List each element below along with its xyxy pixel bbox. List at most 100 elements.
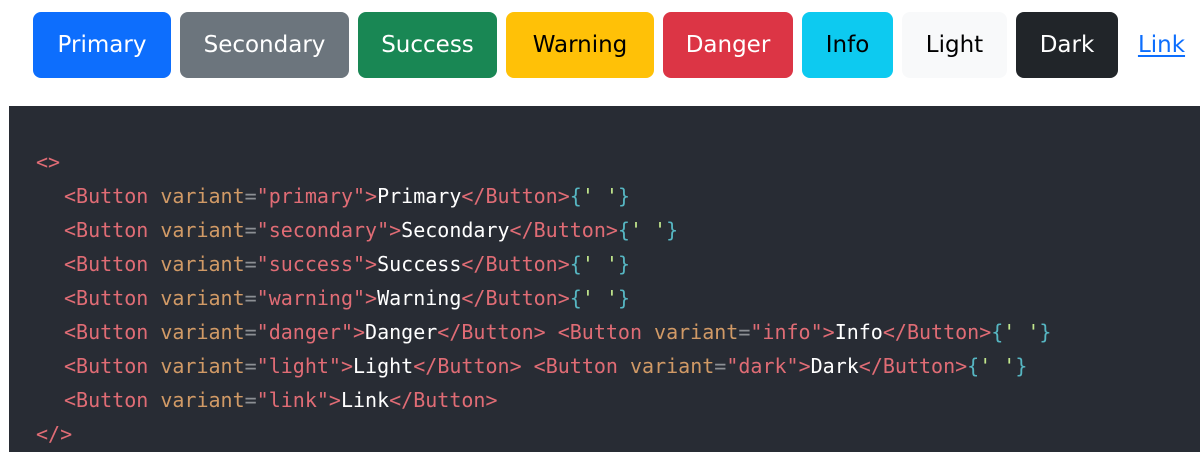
code-token-brace: } bbox=[1015, 354, 1028, 378]
code-token-tag: <Button bbox=[64, 354, 161, 378]
code-token-tag: <Button bbox=[64, 184, 161, 208]
primary-button[interactable]: Primary bbox=[33, 12, 171, 78]
code-token-attr: variant bbox=[629, 354, 715, 378]
code-token-tag: </Button> bbox=[437, 320, 546, 344]
code-lines: <Button variant="primary">Primary</Butto… bbox=[36, 179, 1200, 417]
code-token-brace: } bbox=[617, 184, 630, 208]
code-token-brace: } bbox=[617, 286, 630, 310]
code-token-text: Success bbox=[377, 252, 462, 276]
code-token-tag: </Button> bbox=[882, 320, 992, 344]
code-token-str: "warning" bbox=[256, 286, 366, 310]
code-token-brace: { bbox=[617, 218, 630, 242]
info-button[interactable]: Info bbox=[802, 12, 893, 78]
code-token-space: ' ' bbox=[581, 252, 618, 276]
code-token-attr: variant bbox=[654, 320, 739, 344]
fragment-close-line: </> bbox=[36, 422, 73, 446]
code-line: <Button variant="danger">Danger</Button>… bbox=[36, 315, 1200, 349]
code-token-str: "primary" bbox=[256, 184, 366, 208]
code-token-attr: variant bbox=[160, 252, 245, 276]
code-line: <Button variant="primary">Primary</Butto… bbox=[36, 179, 1200, 213]
code-token-str: "info" bbox=[750, 320, 823, 344]
code-token-tag: <Button bbox=[64, 320, 161, 344]
code-token-tag: > bbox=[798, 354, 811, 378]
code-token-eq: = bbox=[714, 354, 727, 378]
code-token-space: ' ' bbox=[1003, 320, 1040, 344]
code-example-panel: <> <Button variant="primary">Primary</Bu… bbox=[9, 106, 1200, 452]
light-button[interactable]: Light bbox=[902, 12, 1007, 78]
code-token-attr: variant bbox=[160, 354, 245, 378]
code-token-tag: <Button bbox=[64, 286, 161, 310]
code-line: <Button variant="light">Light</Button> <… bbox=[36, 349, 1200, 383]
code-token-tag: > bbox=[340, 354, 354, 378]
code-token-tag: <Button bbox=[64, 252, 161, 276]
code-token-tag: </Button> bbox=[389, 388, 498, 412]
code-token-brace: { bbox=[569, 252, 582, 276]
code-line: <Button variant="link">Link</Button> bbox=[36, 383, 1200, 417]
code-token-str: "success" bbox=[256, 252, 366, 276]
code-token-eq: = bbox=[244, 218, 257, 242]
code-token-tag: </Button> bbox=[509, 218, 618, 242]
link-button[interactable]: Link bbox=[1127, 12, 1196, 78]
code-token-space: ' ' bbox=[581, 286, 618, 310]
code-token-text: Warning bbox=[377, 286, 462, 310]
fragment-open-line: <> bbox=[36, 150, 61, 174]
code-token-str: "link" bbox=[256, 388, 329, 412]
code-token-brace: { bbox=[569, 184, 582, 208]
code-token-attr: variant bbox=[160, 184, 245, 208]
code-token-tag: </Button> bbox=[461, 252, 570, 276]
code-token-text: Primary bbox=[377, 184, 462, 208]
code-line: <Button variant="success">Success</Butto… bbox=[36, 247, 1200, 281]
code-token-tag: </Button> bbox=[461, 184, 570, 208]
code-token-space: ' ' bbox=[979, 354, 1016, 378]
code-token-eq: = bbox=[738, 320, 751, 344]
code-token-attr: variant bbox=[160, 286, 245, 310]
code-token-tag: </Button> bbox=[858, 354, 968, 378]
code-token-brace: { bbox=[967, 354, 980, 378]
code-token-eq: = bbox=[244, 354, 257, 378]
code-token-space: ' ' bbox=[629, 218, 667, 242]
code-token-eq: = bbox=[244, 388, 257, 412]
code-token-tag: > bbox=[365, 184, 378, 208]
code-token-text: Dark bbox=[810, 354, 859, 378]
code-token-brace: { bbox=[569, 286, 582, 310]
code-token-eq: = bbox=[244, 184, 257, 208]
code-token-tag: </Button> bbox=[461, 286, 570, 310]
code-token-tag: > bbox=[822, 320, 835, 344]
danger-button[interactable]: Danger bbox=[663, 12, 793, 78]
code-token-tag: > bbox=[365, 286, 378, 310]
code-token-str: "secondary" bbox=[256, 218, 390, 242]
code-line: <Button variant="secondary">Secondary</B… bbox=[36, 213, 1200, 247]
code-token-brace: { bbox=[991, 320, 1004, 344]
code-token-tag: <Button bbox=[533, 354, 630, 378]
code-token-space: ' ' bbox=[581, 184, 618, 208]
code-token-attr: variant bbox=[160, 388, 245, 412]
code-token-tag: <Button bbox=[64, 388, 161, 412]
secondary-button[interactable]: Secondary bbox=[180, 12, 349, 78]
code-token-tag: > bbox=[365, 252, 378, 276]
code-token-text: Secondary bbox=[401, 218, 510, 242]
dark-button[interactable]: Dark bbox=[1016, 12, 1118, 78]
code-token-eq: = bbox=[244, 286, 257, 310]
code-token-str: "danger" bbox=[256, 320, 353, 344]
code-token-brace: } bbox=[617, 252, 630, 276]
button-variants-row: Primary Secondary Success Warning Danger… bbox=[33, 12, 1196, 78]
code-token-eq: = bbox=[244, 252, 257, 276]
code-token-text: Link bbox=[340, 388, 390, 412]
code-token-text: Info bbox=[834, 320, 883, 344]
code-token-eq: = bbox=[244, 320, 257, 344]
success-button[interactable]: Success bbox=[358, 12, 497, 78]
warning-button[interactable]: Warning bbox=[506, 12, 654, 78]
code-token-tag: <Button bbox=[64, 218, 161, 242]
code-token-str: "light" bbox=[256, 354, 341, 378]
code-token-attr: variant bbox=[160, 218, 245, 242]
code-token-tag: > bbox=[389, 218, 402, 242]
code-token-tag: > bbox=[328, 388, 341, 412]
code-token-tag: </Button> bbox=[413, 354, 522, 378]
code-token-text: Light bbox=[353, 354, 414, 378]
code-token-brace: } bbox=[1039, 320, 1052, 344]
code-token-attr: variant bbox=[160, 320, 245, 344]
code-token-str: "dark" bbox=[726, 354, 799, 378]
code-token-tag: <Button bbox=[557, 320, 655, 344]
